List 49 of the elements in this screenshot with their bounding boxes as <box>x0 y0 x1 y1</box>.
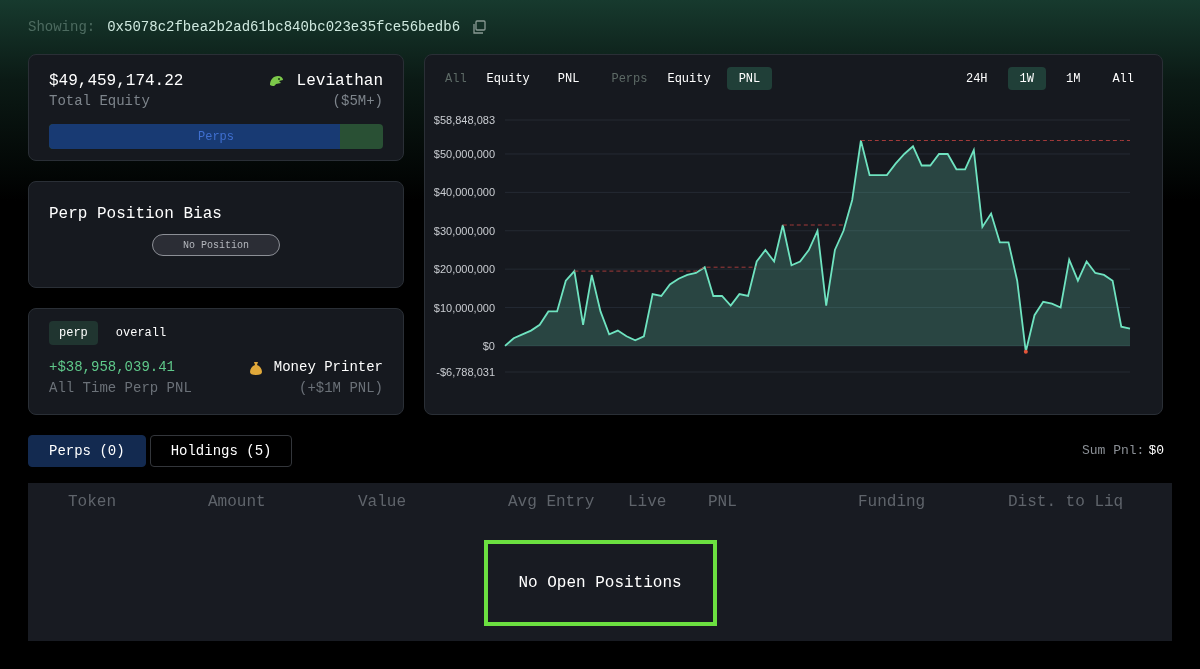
bias-title: Perp Position Bias <box>49 204 223 225</box>
sum-pnl-value: $0 <box>1148 442 1164 461</box>
positions-tab[interactable]: Perps (0) <box>28 435 146 467</box>
allocation-label: Perps <box>197 128 235 146</box>
column-header: Value <box>358 492 407 513</box>
column-header: Live <box>628 492 668 513</box>
range-tab[interactable]: 24H <box>953 67 1000 90</box>
metric-tab[interactable]: perp <box>49 321 98 345</box>
tier-range: ($5M+) <box>332 92 383 111</box>
axis-label: $20,000,000 <box>433 263 495 276</box>
tier-name: Leviathan <box>296 71 383 91</box>
axis-label: $0 <box>482 339 495 352</box>
column-header: Funding <box>858 492 927 513</box>
range-tab[interactable]: All <box>1100 67 1146 90</box>
view-tab[interactable]: Equity <box>655 67 723 90</box>
empty-message: No Open Positions <box>483 540 717 626</box>
negative-marker <box>1023 349 1028 354</box>
copy-icon[interactable] <box>472 20 487 34</box>
sum-pnl-label: Sum Pnl: <box>1081 442 1145 461</box>
wallet-address: 0x5078c2fbea2b2ad61bc840bc023e35fce56bedb6 <box>107 17 461 37</box>
group-label: All <box>444 70 468 88</box>
axis-label: -$6,788,031 <box>436 366 495 378</box>
group-label: Perps <box>610 70 649 88</box>
pnl-value: +$38,958,039.41 <box>49 358 177 377</box>
pnl-caption: All Time Perp PNL <box>49 379 192 398</box>
position-status: No Position <box>152 234 280 256</box>
money-bag-icon <box>249 360 262 375</box>
column-header: Dist. to Liq <box>1008 492 1125 513</box>
column-header: Amount <box>208 492 267 513</box>
showing-label: Showing: <box>28 17 96 37</box>
column-header: Token <box>68 492 117 513</box>
pnl-tier-name: Money Printer <box>273 358 383 377</box>
range-tab[interactable]: 1M <box>1054 67 1093 90</box>
axis-label: $40,000,000 <box>433 186 495 199</box>
column-header: PNL <box>708 492 738 513</box>
range-tab[interactable]: 1W <box>1007 67 1046 90</box>
view-tab[interactable]: PNL <box>545 67 592 90</box>
equity-value: $49,459,174.22 <box>49 71 184 91</box>
pnl-tier-range: (+$1M PNL) <box>299 379 383 398</box>
axis-label: $10,000,000 <box>433 301 495 314</box>
column-header: Avg Entry <box>508 492 596 513</box>
metric-tab[interactable]: overall <box>105 321 177 345</box>
view-tab[interactable]: PNL <box>726 67 773 90</box>
view-tab[interactable]: Equity <box>474 67 542 90</box>
axis-label: $58,848,083 <box>433 114 495 126</box>
equity-caption: Total Equity <box>49 92 151 111</box>
axis-label: $30,000,000 <box>433 224 495 237</box>
axis-label: $50,000,000 <box>433 147 495 160</box>
positions-tab[interactable]: Holdings (5) <box>149 435 293 467</box>
